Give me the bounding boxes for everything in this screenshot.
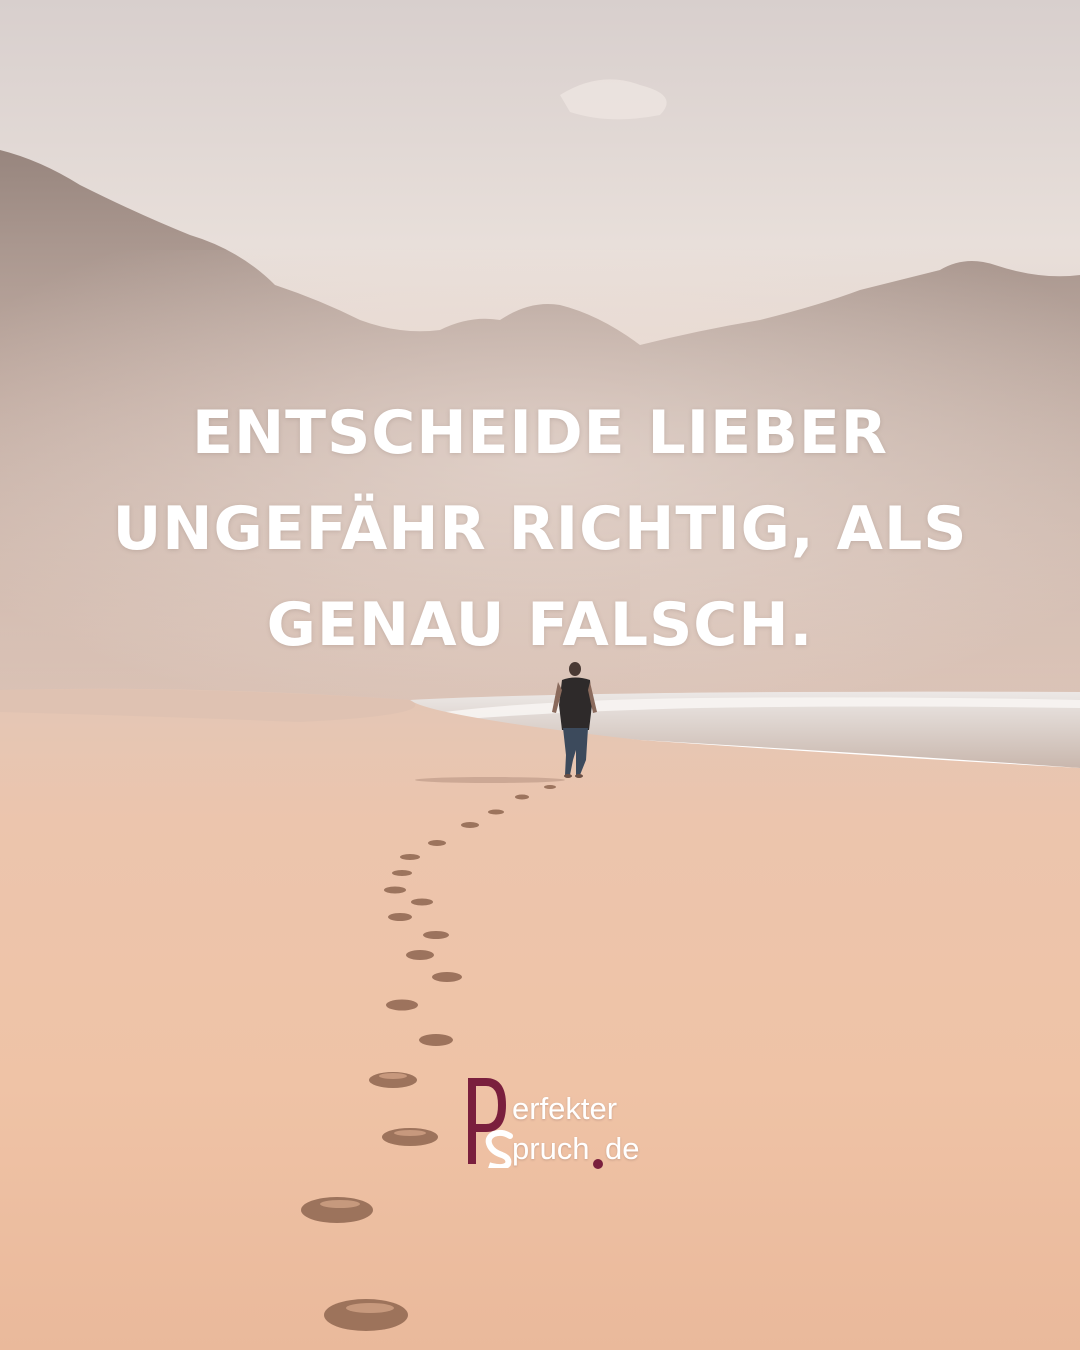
sand xyxy=(0,688,1080,1350)
logo-word-spruch: pruch xyxy=(512,1131,590,1166)
quote-line: GENAU FALSCH. xyxy=(266,590,814,660)
ps-monogram-icon xyxy=(468,1078,513,1168)
quote-card: ENTSCHEIDE LIEBER UNGEFÄHR RICHTIG, ALS … xyxy=(0,0,1080,1350)
perfekter-spruch-logo: erfekter pruch de xyxy=(462,1076,662,1172)
logo-domain-suffix: de xyxy=(605,1131,640,1166)
logo-word-perfekter: erfekter xyxy=(512,1091,618,1126)
quote-line: UNGEFÄHR RICHTIG, ALS xyxy=(112,494,968,564)
person-shadow xyxy=(415,777,565,783)
logo-dot xyxy=(593,1159,603,1169)
quote-line: ENTSCHEIDE LIEBER xyxy=(191,398,889,468)
quote-text: ENTSCHEIDE LIEBER UNGEFÄHR RICHTIG, ALS … xyxy=(40,385,1040,673)
